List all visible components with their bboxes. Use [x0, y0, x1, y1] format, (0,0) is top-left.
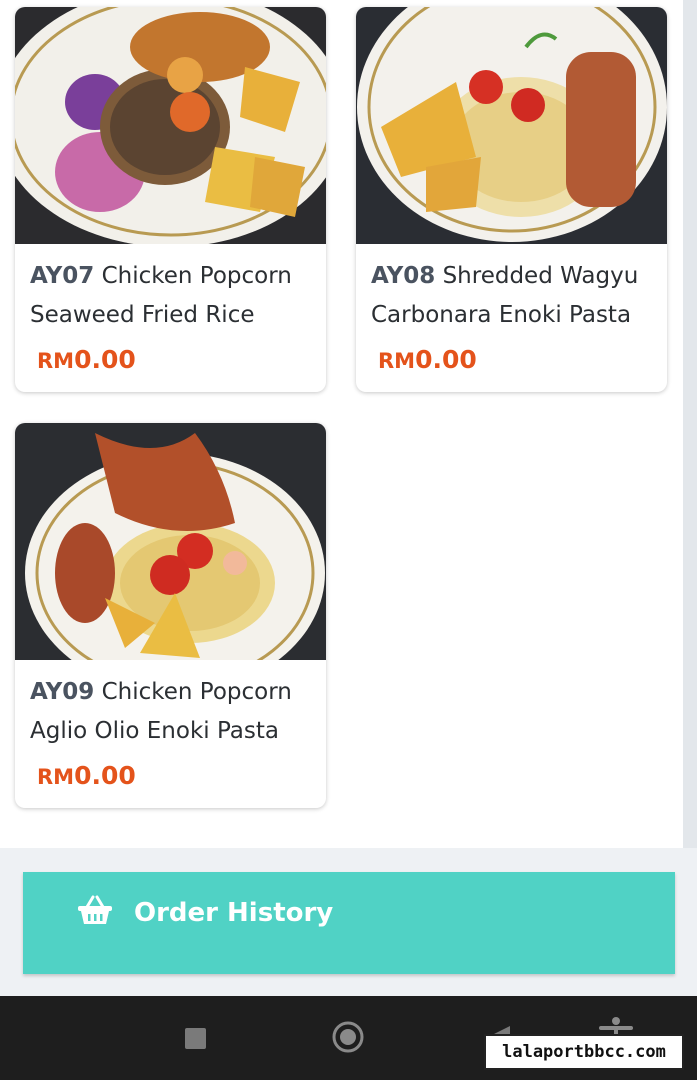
basket-icon [77, 895, 113, 929]
price-amount: 0.00 [74, 345, 136, 374]
menu-card-ay09[interactable]: AY09 Chicken Popcorn Aglio Olio Enoki Pa… [15, 423, 326, 808]
dish-photo-ay08 [356, 7, 667, 244]
item-title: AY08 Shredded Wagyu Carbonara Enoki Past… [371, 257, 661, 335]
item-price: RM0.00 [37, 345, 136, 374]
dish-photo-ay09 [15, 423, 326, 660]
price-amount: 0.00 [415, 345, 477, 374]
item-price: RM0.00 [37, 761, 136, 790]
order-history-button[interactable]: Order History [23, 872, 675, 974]
item-title: AY07 Chicken Popcorn Seaweed Fried Rice [30, 257, 320, 335]
watermark-label: lalaportbbcc.com [484, 1034, 684, 1070]
item-code: AY07 [30, 263, 95, 289]
home-circle-icon[interactable] [332, 1021, 364, 1057]
menu-content: AY07 Chicken Popcorn Seaweed Fried Rice … [0, 0, 697, 848]
item-price: RM0.00 [378, 345, 477, 374]
price-currency: RM [378, 349, 416, 373]
menu-card-ay07[interactable]: AY07 Chicken Popcorn Seaweed Fried Rice … [15, 7, 326, 392]
price-currency: RM [37, 349, 75, 373]
recents-square-icon[interactable] [185, 1028, 206, 1053]
price-currency: RM [37, 765, 75, 789]
order-history-label: Order History [134, 898, 334, 928]
item-title: AY09 Chicken Popcorn Aglio Olio Enoki Pa… [30, 673, 320, 751]
item-code: AY09 [30, 679, 95, 705]
scrollbar-track[interactable] [683, 0, 697, 848]
item-code: AY08 [371, 263, 436, 289]
dish-photo-ay07 [15, 7, 326, 244]
price-amount: 0.00 [74, 761, 136, 790]
menu-card-ay08[interactable]: AY08 Shredded Wagyu Carbonara Enoki Past… [356, 7, 667, 392]
